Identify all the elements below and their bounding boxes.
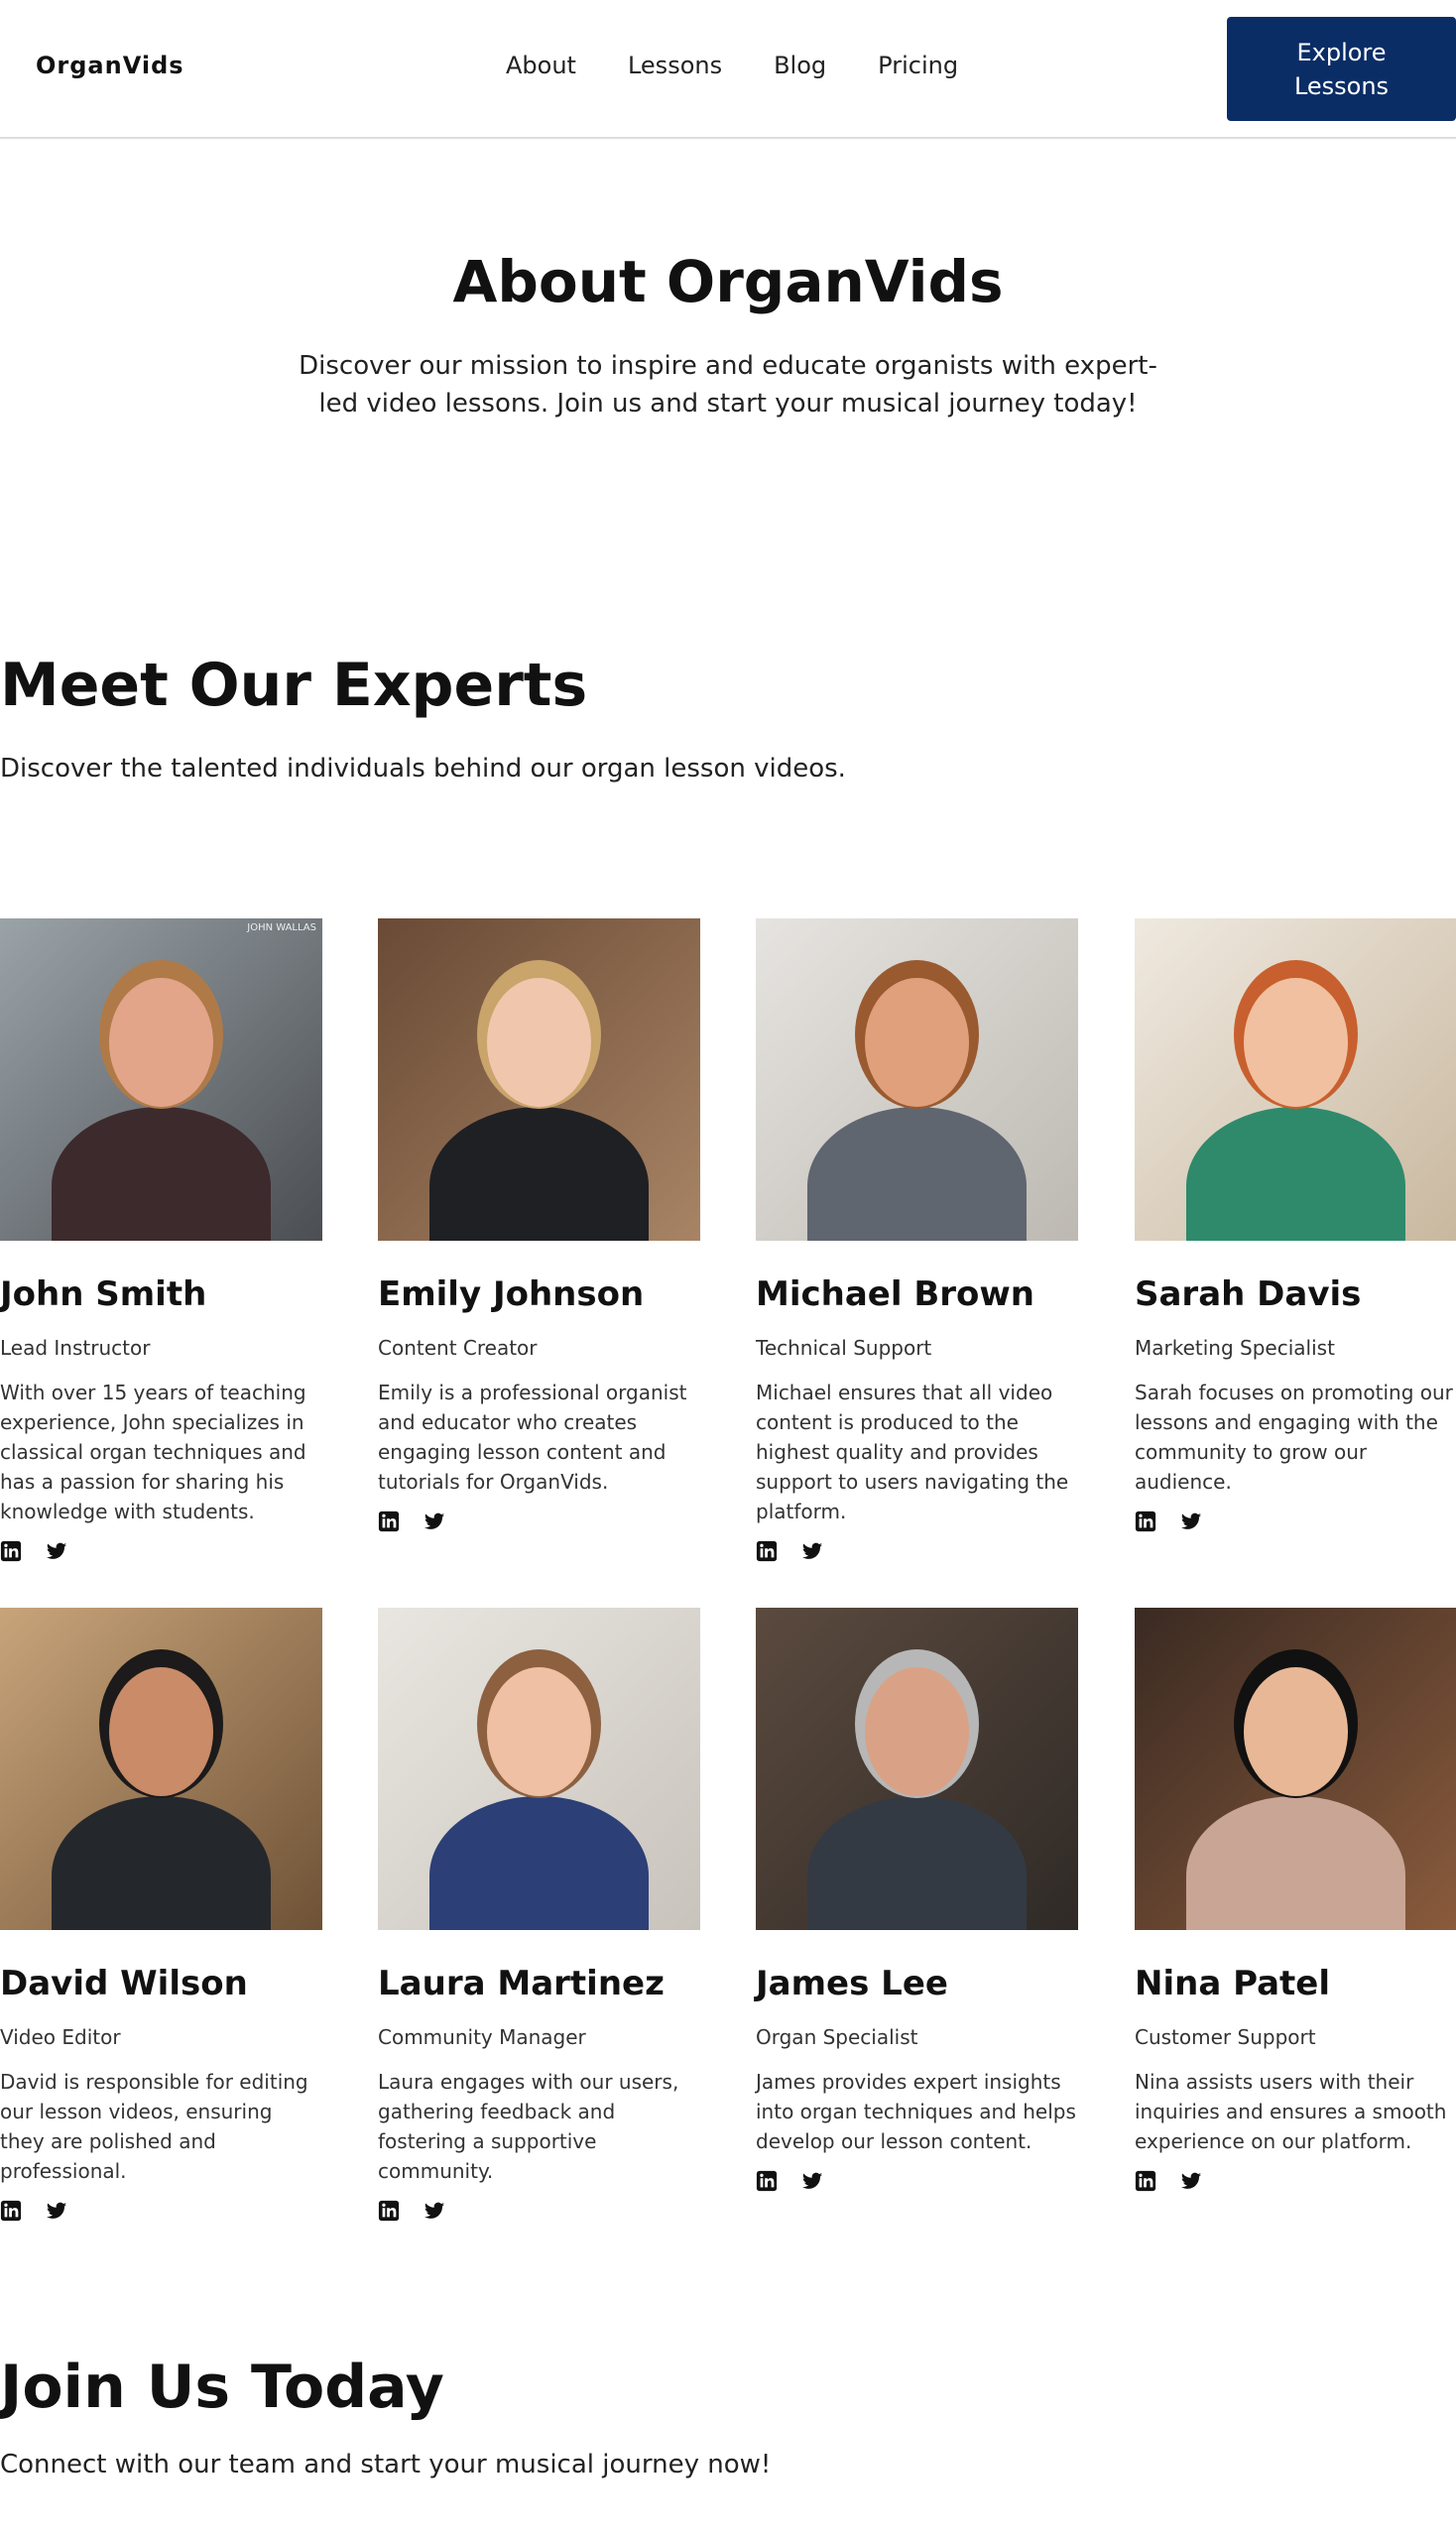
nav-blog[interactable]: Blog xyxy=(774,52,826,79)
expert-card: Sarah Davis Marketing Specialist Sarah foc… xyxy=(1135,918,1456,1532)
navbar: OrganVids About Lessons Blog Pricing Exp… xyxy=(0,0,1456,139)
twitter-icon[interactable] xyxy=(1180,1511,1202,1532)
expert-name: Laura Martinez xyxy=(378,1964,665,2003)
expert-name: James Lee xyxy=(756,1964,948,2003)
twitter-icon[interactable] xyxy=(46,2200,67,2222)
social-links xyxy=(0,1540,322,1562)
social-links xyxy=(0,2200,322,2222)
photo-face xyxy=(1244,1667,1348,1796)
social-links xyxy=(378,1511,700,1532)
expert-card: Emily Johnson Content Creator Emily is a p… xyxy=(378,918,700,1532)
social-links xyxy=(1135,2170,1456,2192)
photo-face xyxy=(865,978,969,1107)
expert-name: Nina Patel xyxy=(1135,1964,1331,2003)
expert-role: Marketing Specialist xyxy=(1135,1336,1335,1360)
experts-subtitle: Discover the talented individuals behind… xyxy=(0,754,846,784)
expert-photo xyxy=(0,1608,322,1930)
page-subtitle: Discover our mission to inspire and educ… xyxy=(299,351,1157,419)
photo-face xyxy=(109,1667,213,1796)
expert-bio: James provides expert insights into orga… xyxy=(756,2070,1076,2153)
expert-bio: Laura engages with our users, gathering … xyxy=(378,2070,679,2183)
experts-title: Meet Our Experts xyxy=(0,651,588,720)
explore-lessons-button[interactable]: Explore Lessons xyxy=(1227,17,1456,121)
photo-face xyxy=(109,978,213,1107)
expert-card: Nina Patel Customer Support Nina assists u… xyxy=(1135,1608,1456,2192)
expert-photo xyxy=(1135,1608,1456,1930)
linkedin-icon[interactable] xyxy=(1135,2170,1156,2192)
expert-name: John Smith xyxy=(0,1274,207,1314)
expert-photo xyxy=(1135,918,1456,1241)
expert-role: Technical Support xyxy=(756,1336,932,1360)
expert-name: Michael Brown xyxy=(756,1274,1034,1314)
expert-photo xyxy=(378,1608,700,1930)
photo-face xyxy=(487,978,591,1107)
twitter-icon[interactable] xyxy=(1180,2170,1202,2192)
linkedin-icon[interactable] xyxy=(756,1540,778,1562)
join-title: Join Us Today xyxy=(0,2353,444,2422)
expert-card: JOHN WALLAS John Smith Lead Instructor With… xyxy=(0,918,322,1562)
expert-bio: Michael ensures that all video content i… xyxy=(756,1381,1069,1523)
photo-face xyxy=(1244,978,1348,1107)
linkedin-icon[interactable] xyxy=(0,2200,22,2222)
expert-photo xyxy=(378,918,700,1241)
expert-bio: Nina assists users with their inquiries … xyxy=(1135,2070,1447,2153)
twitter-icon[interactable] xyxy=(424,2200,445,2222)
expert-card: David Wilson Video Editor David is respons… xyxy=(0,1608,322,2222)
expert-name: Sarah Davis xyxy=(1135,1274,1362,1314)
twitter-icon[interactable] xyxy=(46,1540,67,1562)
expert-bio: With over 15 years of teaching experienc… xyxy=(0,1381,306,1523)
nav-lessons[interactable]: Lessons xyxy=(628,52,722,79)
expert-photo xyxy=(756,918,1078,1241)
nav-pricing[interactable]: Pricing xyxy=(878,52,958,79)
photo-face xyxy=(865,1667,969,1796)
expert-bio: Emily is a professional organist and edu… xyxy=(378,1381,687,1494)
brand-logo[interactable]: OrganVids xyxy=(36,52,184,79)
linkedin-icon[interactable] xyxy=(378,1511,400,1532)
expert-role: Video Editor xyxy=(0,2025,121,2049)
expert-bio: Sarah focuses on promoting our lessons a… xyxy=(1135,1381,1453,1494)
expert-role: Community Manager xyxy=(378,2025,586,2049)
expert-card: James Lee Organ Specialist James provides … xyxy=(756,1608,1078,2192)
expert-role: Organ Specialist xyxy=(756,2025,918,2049)
expert-bio: David is responsible for editing our les… xyxy=(0,2070,308,2183)
linkedin-icon[interactable] xyxy=(1135,1511,1156,1532)
expert-name: David Wilson xyxy=(0,1964,248,2003)
nav-about[interactable]: About xyxy=(506,52,576,79)
twitter-icon[interactable] xyxy=(801,2170,823,2192)
photo-watermark: JOHN WALLAS xyxy=(247,922,316,933)
expert-card: Laura Martinez Community Manager Laura eng… xyxy=(378,1608,700,2222)
linkedin-icon[interactable] xyxy=(0,1540,22,1562)
expert-name: Emily Johnson xyxy=(378,1274,645,1314)
expert-role: Lead Instructor xyxy=(0,1336,151,1360)
expert-card: Michael Brown Technical Support Michael en… xyxy=(756,918,1078,1562)
social-links xyxy=(378,2200,700,2222)
expert-role: Customer Support xyxy=(1135,2025,1316,2049)
photo-face xyxy=(487,1667,591,1796)
expert-photo xyxy=(756,1608,1078,1930)
social-links xyxy=(756,1540,1078,1562)
expert-role: Content Creator xyxy=(378,1336,538,1360)
social-links xyxy=(1135,1511,1456,1532)
twitter-icon[interactable] xyxy=(801,1540,823,1562)
expert-photo: JOHN WALLAS xyxy=(0,918,322,1241)
social-links xyxy=(756,2170,1078,2192)
main-nav: About Lessons Blog Pricing xyxy=(506,52,1010,79)
join-subtitle: Connect with our team and start your mus… xyxy=(0,2450,772,2479)
page-title: About OrganVids xyxy=(452,248,1004,315)
twitter-icon[interactable] xyxy=(424,1511,445,1532)
linkedin-icon[interactable] xyxy=(756,2170,778,2192)
linkedin-icon[interactable] xyxy=(378,2200,400,2222)
